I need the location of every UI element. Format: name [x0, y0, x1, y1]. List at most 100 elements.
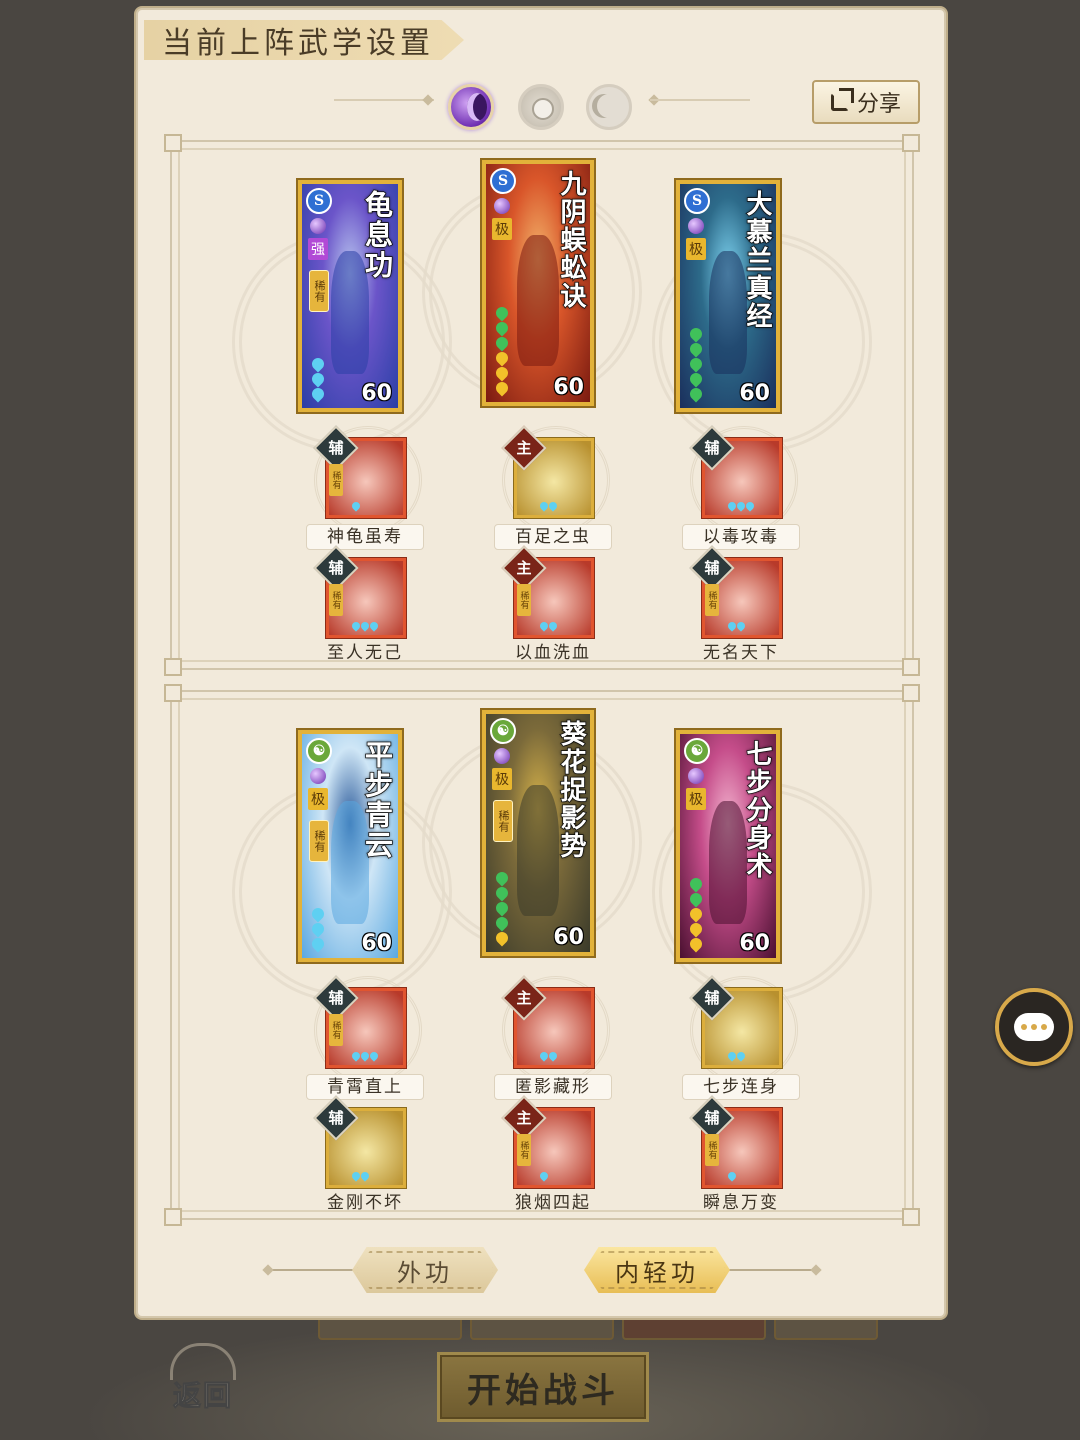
share-button[interactable]: 分享 — [812, 80, 920, 124]
skill-slot[interactable]: 辅稀有 至人无己 — [312, 545, 412, 663]
skill-name: 青霄直上 — [306, 1074, 424, 1100]
martial-card[interactable]: ☯ 极稀有 平步青云 60 — [298, 730, 402, 962]
skill-type-label: 辅 — [704, 558, 720, 577]
panel-title: 当前上阵武学设置 — [144, 20, 464, 60]
bead-icon — [547, 620, 559, 632]
moon-orb-icon — [688, 768, 704, 784]
bead-icon — [687, 370, 705, 388]
bead-icon — [744, 500, 756, 512]
rarity-tag: 稀有 — [517, 584, 531, 616]
crescent-selector[interactable] — [586, 84, 632, 130]
skill-name: 无名天下 — [703, 643, 779, 663]
tab-internal-skill[interactable]: 内轻功 — [584, 1247, 730, 1293]
star-beads — [687, 325, 705, 403]
card-level: 60 — [361, 381, 392, 406]
martial-card[interactable]: ☯ 极 七步分身术 60 — [676, 730, 780, 962]
bead-icon — [493, 304, 511, 322]
skill-slot[interactable]: 辅稀有 青霄直上 — [306, 975, 424, 1100]
rarity-tag: 稀有 — [705, 1134, 719, 1166]
star-beads — [493, 304, 511, 397]
card-name: 龟息功 — [360, 189, 395, 281]
bead-icon — [493, 349, 511, 367]
bead-icon — [493, 869, 511, 887]
skill-slot[interactable]: 辅以毒攻毒 — [682, 425, 800, 550]
bead-icon — [493, 379, 511, 397]
martial-card[interactable]: ☯ 极稀有 葵花捉影势 60 — [482, 710, 594, 956]
bead-icon — [493, 884, 511, 902]
tab-frame — [356, 1251, 494, 1289]
sun-selector[interactable] — [518, 84, 564, 130]
frame-corner — [164, 1208, 182, 1226]
skill-slot[interactable]: 辅七步连身 — [682, 975, 800, 1100]
frame-corner — [164, 658, 182, 676]
character-figure — [517, 235, 559, 367]
skill-type-label: 主 — [516, 988, 532, 1007]
leaf-swirl-icon: ☯ — [490, 718, 516, 744]
chat-button[interactable] — [995, 988, 1073, 1066]
card-name: 九阴蜈蚣诀 — [555, 169, 587, 311]
card-name: 七步分身术 — [741, 739, 773, 881]
skill-type-label: 辅 — [328, 988, 344, 1007]
bead-icon — [309, 385, 327, 403]
skill-slot[interactable]: 主匿影藏形 — [494, 975, 612, 1100]
card-level: 60 — [739, 931, 770, 956]
skill-slot[interactable]: 辅稀有 神龟虽寿 — [306, 425, 424, 550]
back-button[interactable]: 返回 — [158, 1338, 248, 1418]
bead-icon — [309, 920, 327, 938]
skill-type-label: 辅 — [328, 1108, 344, 1127]
skill-beads — [538, 1170, 550, 1182]
chat-bubble-icon — [1014, 1013, 1054, 1041]
rarity-tag: 稀有 — [517, 1134, 531, 1166]
martial-group-1: S 强稀有 龟息功 60 S 极九阴蜈蚣诀 60 S 极大慕兰真经 60 辅稀有 神龟虽寿主百足之虫辅… — [164, 134, 920, 676]
skill-slot[interactable]: 主百足之虫 — [494, 425, 612, 550]
tab-frame — [588, 1251, 726, 1289]
card-level: 60 — [553, 375, 584, 400]
bead-icon — [547, 500, 559, 512]
moon-orb-icon — [688, 218, 704, 234]
skill-slot[interactable]: 辅稀有 瞬息万变 — [688, 1095, 788, 1213]
water-swirl-icon: S — [306, 188, 332, 214]
back-arrow-icon — [170, 1342, 236, 1380]
skill-beads — [350, 1170, 371, 1182]
card-level: 60 — [553, 925, 584, 950]
skill-beads — [726, 620, 747, 632]
star-beads — [687, 875, 705, 953]
tab-external-skill[interactable]: 外功 — [352, 1247, 498, 1293]
skill-slot[interactable]: 主稀有 以血洗血 — [500, 545, 600, 663]
tabs-line-right — [728, 1269, 818, 1271]
martial-card[interactable]: S 强稀有 龟息功 60 — [298, 180, 402, 412]
skill-type-label: 主 — [516, 558, 532, 577]
skill-type-label: 主 — [516, 1108, 532, 1127]
grade-badge: 极 — [686, 788, 706, 810]
share-export-icon — [830, 93, 849, 111]
martial-card[interactable]: S 极 九阴蜈蚣诀 60 — [482, 160, 594, 406]
skill-type-label: 辅 — [704, 438, 720, 457]
rarity-tag: 稀有 — [329, 584, 343, 616]
grade-badge: 极 — [492, 768, 512, 790]
skill-name: 匿影藏形 — [494, 1074, 612, 1100]
rarity-tag: 稀有 — [309, 820, 329, 862]
martial-card[interactable]: S 极 大慕兰真经 60 — [676, 180, 780, 412]
frame-corner — [902, 658, 920, 676]
water-swirl-icon: S — [490, 168, 516, 194]
skill-slot[interactable]: 辅金刚不坏 — [312, 1095, 412, 1213]
frame-corner — [902, 134, 920, 152]
bead-icon — [309, 355, 327, 373]
bead-icon — [309, 905, 327, 923]
star-beads — [309, 905, 327, 953]
rarity-tag: 稀有 — [329, 464, 343, 496]
skill-beads — [726, 1170, 738, 1182]
frame-corner — [902, 684, 920, 702]
bead-icon — [687, 875, 705, 893]
skill-name: 瞬息万变 — [703, 1193, 779, 1213]
skill-name: 百足之虫 — [494, 524, 612, 550]
start-battle-button[interactable]: 开始战斗 — [437, 1352, 649, 1422]
skill-slot[interactable]: 主稀有 狼烟四起 — [500, 1095, 600, 1213]
moon-selector[interactable] — [448, 84, 494, 130]
character-figure — [517, 785, 559, 917]
bead-icon — [687, 935, 705, 953]
skill-slot[interactable]: 辅稀有 无名天下 — [688, 545, 788, 663]
skill-type-label: 主 — [516, 438, 532, 457]
back-label: 返回 — [172, 1378, 233, 1412]
star-beads — [309, 355, 327, 403]
